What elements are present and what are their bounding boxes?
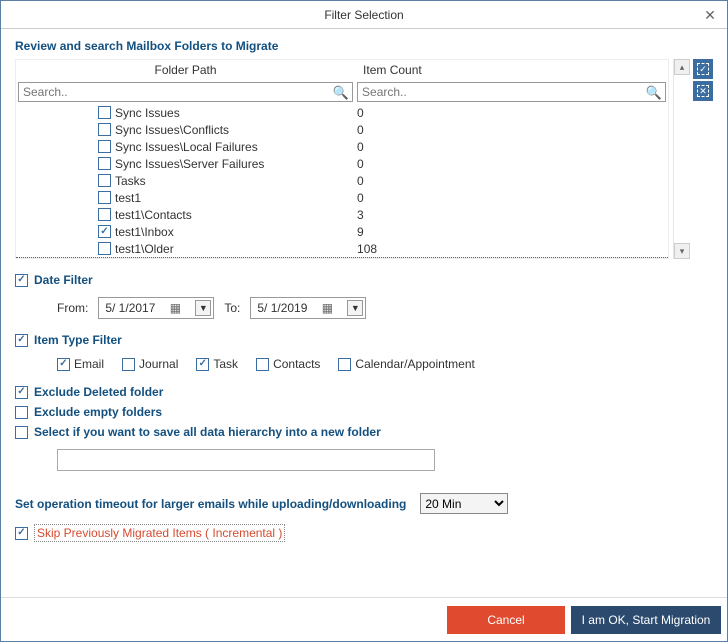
folder-name: test1\Inbox	[115, 225, 174, 239]
folder-checkbox[interactable]	[98, 123, 111, 136]
item-count: 0	[355, 106, 668, 120]
exclude-empty-checkbox[interactable]	[15, 406, 28, 419]
email-label: Email	[74, 357, 104, 371]
to-date-picker[interactable]: 5/ 1/2019 ▦ ▼	[250, 297, 366, 319]
skip-migrated-checkbox[interactable]	[15, 527, 28, 540]
table-row[interactable]: test1\Older 108	[16, 240, 668, 257]
timeout-select[interactable]: 20 Min	[420, 493, 508, 514]
from-date-value: 5/ 1/2017	[105, 301, 155, 315]
start-migration-button[interactable]: I am OK, Start Migration	[571, 606, 721, 634]
folder-name: test1	[115, 191, 141, 205]
table-row[interactable]: Sync Issues\Local Failures 0	[16, 138, 668, 155]
table-row[interactable]: Tasks 0	[16, 172, 668, 189]
table-scrollbar[interactable]: ▴ ▾	[673, 59, 689, 259]
from-date-picker[interactable]: 5/ 1/2017 ▦ ▼	[98, 297, 214, 319]
folder-checkbox[interactable]	[98, 242, 111, 255]
table-row[interactable]: test1\Contacts 3	[16, 206, 668, 223]
folder-table: Folder Path Item Count 🔍 🔍 Sync Issues0S…	[15, 59, 669, 259]
item-count: 0	[355, 123, 668, 137]
table-row[interactable]: Sync Issues\Server Failures 0	[16, 155, 668, 172]
item-count: 0	[355, 191, 668, 205]
folder-name: test1\Older	[115, 242, 174, 256]
save-hierarchy-checkbox[interactable]	[15, 426, 28, 439]
item-count: 0	[355, 140, 668, 154]
item-count: 3	[355, 208, 668, 222]
table-row[interactable]: test1\Inbox 9	[16, 223, 668, 240]
col-folder-path[interactable]: Folder Path	[16, 60, 355, 82]
item-count: 9	[355, 225, 668, 239]
calendar-checkbox[interactable]	[338, 358, 351, 371]
folder-name: Sync Issues\Conflicts	[115, 123, 229, 137]
table-row[interactable]: Sync Issues\Conflicts 0	[16, 121, 668, 138]
folder-checkbox[interactable]	[98, 225, 111, 238]
from-label: From:	[57, 301, 88, 315]
search-folder-input[interactable]	[18, 82, 353, 102]
folder-name: Sync Issues\Server Failures	[115, 157, 264, 171]
to-label: To:	[224, 301, 240, 315]
cancel-button[interactable]: Cancel	[447, 606, 565, 634]
calendar-icon: ▦	[170, 301, 181, 315]
contacts-checkbox[interactable]	[256, 358, 269, 371]
folder-checkbox[interactable]	[98, 174, 111, 187]
folder-checkbox[interactable]	[98, 208, 111, 221]
folder-name: Sync Issues\Local Failures	[115, 140, 258, 154]
mailbox-heading: Review and search Mailbox Folders to Mig…	[15, 39, 713, 53]
task-label: Task	[213, 357, 238, 371]
calendar-icon: ▦	[322, 301, 333, 315]
item-count: 0	[355, 157, 668, 171]
chevron-down-icon[interactable]: ▼	[195, 300, 211, 316]
search-count-input[interactable]	[357, 82, 666, 102]
select-all-button[interactable]: ✓	[693, 59, 713, 79]
skip-migrated-label: Skip Previously Migrated Items ( Increme…	[34, 524, 285, 542]
date-filter-label: Date Filter	[34, 273, 93, 287]
task-checkbox[interactable]	[196, 358, 209, 371]
folder-checkbox[interactable]	[98, 191, 111, 204]
table-row[interactable]: test1 0	[16, 189, 668, 206]
close-icon[interactable]: ✕	[701, 6, 719, 24]
date-filter-checkbox[interactable]	[15, 274, 28, 287]
exclude-deleted-checkbox[interactable]	[15, 386, 28, 399]
table-header: Folder Path Item Count	[16, 60, 668, 82]
deselect-all-button[interactable]: ✕	[693, 81, 713, 101]
scroll-up-icon[interactable]: ▴	[674, 59, 690, 75]
table-row[interactable]: ▸test1\Sent Items7	[16, 257, 668, 258]
title-bar: Filter Selection ✕	[1, 1, 727, 29]
item-type-filter-checkbox[interactable]	[15, 334, 28, 347]
table-row[interactable]: Sync Issues 0	[16, 104, 668, 121]
folder-checkbox[interactable]	[98, 157, 111, 170]
journal-label: Journal	[139, 357, 178, 371]
new-folder-input[interactable]	[57, 449, 435, 471]
item-count: 108	[355, 242, 668, 256]
journal-checkbox[interactable]	[122, 358, 135, 371]
email-checkbox[interactable]	[57, 358, 70, 371]
exclude-empty-label: Exclude empty folders	[34, 405, 162, 419]
folder-checkbox[interactable]	[98, 140, 111, 153]
item-type-filter-label: Item Type Filter	[34, 333, 122, 347]
exclude-deleted-label: Exclude Deleted folder	[34, 385, 163, 399]
to-date-value: 5/ 1/2019	[257, 301, 307, 315]
timeout-label: Set operation timeout for larger emails …	[15, 497, 406, 511]
window-title: Filter Selection	[324, 8, 403, 22]
folder-checkbox[interactable]	[98, 106, 111, 119]
folder-name: Tasks	[115, 174, 146, 188]
scroll-down-icon[interactable]: ▾	[674, 243, 690, 259]
calendar-label: Calendar/Appointment	[355, 357, 474, 371]
folder-name: Sync Issues	[115, 106, 180, 120]
col-item-count[interactable]: Item Count	[355, 60, 668, 82]
item-count: 0	[355, 174, 668, 188]
contacts-label: Contacts	[273, 357, 320, 371]
save-hierarchy-label: Select if you want to save all data hier…	[34, 425, 381, 439]
chevron-down-icon[interactable]: ▼	[347, 300, 363, 316]
folder-name: test1\Contacts	[115, 208, 192, 222]
